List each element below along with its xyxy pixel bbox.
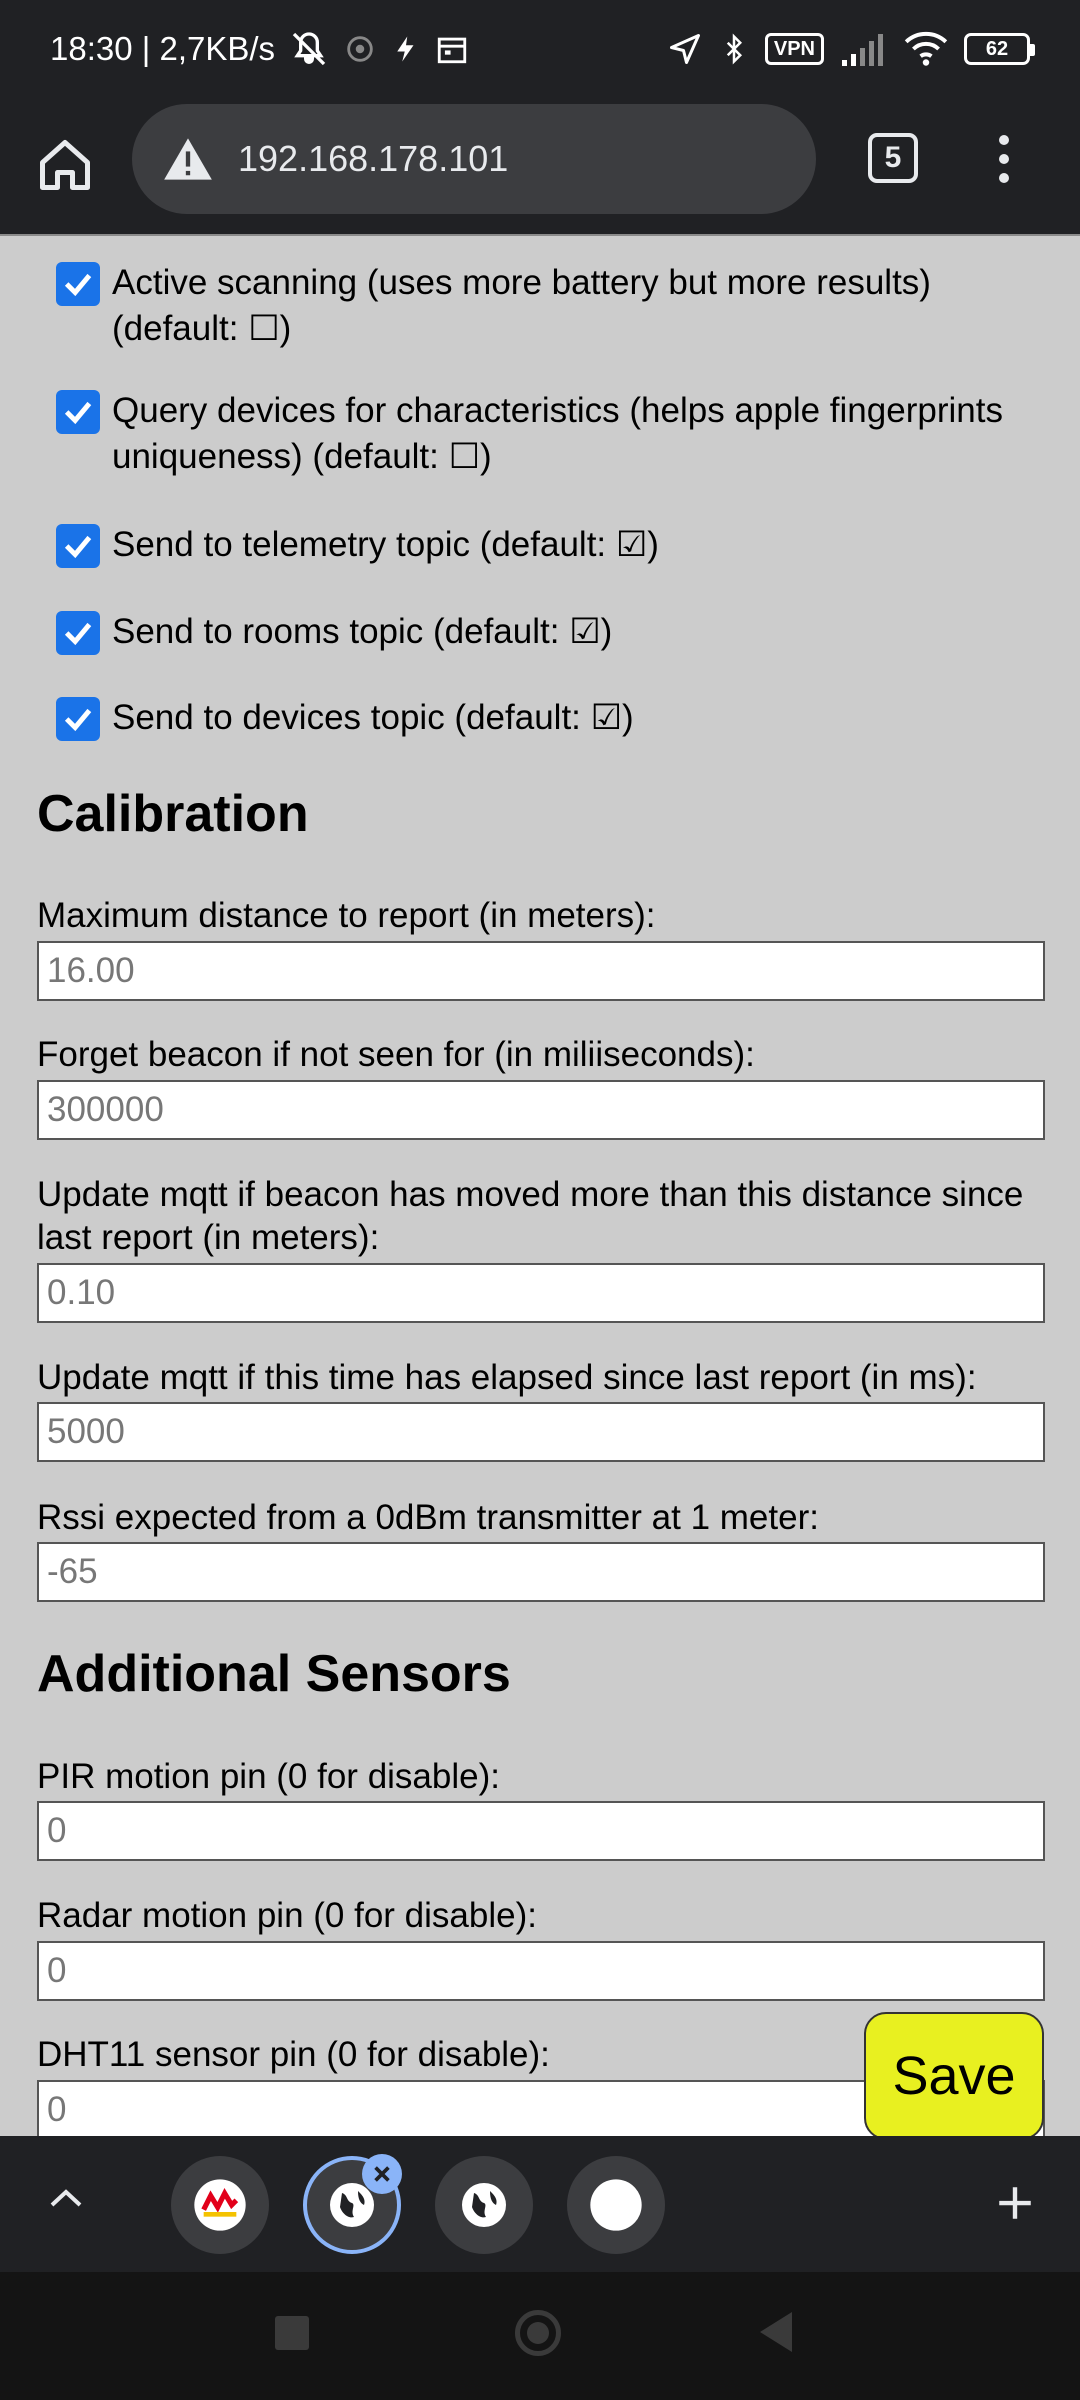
moved-distance-input[interactable]: 0.10 bbox=[37, 1263, 1045, 1323]
tab-globe-page[interactable] bbox=[435, 2156, 533, 2254]
checkbox-row-telemetry[interactable]: Send to telemetry topic (default: ☑) bbox=[56, 522, 1012, 568]
more-options-button[interactable] bbox=[984, 124, 1024, 194]
max-distance-input[interactable]: 16.00 bbox=[37, 941, 1045, 1001]
globe-icon bbox=[462, 2183, 506, 2227]
flash-icon bbox=[391, 32, 421, 66]
forget-beacon-input[interactable]: 300000 bbox=[37, 1080, 1045, 1140]
checkbox-rooms[interactable] bbox=[56, 611, 100, 655]
save-button[interactable]: Save bbox=[864, 2012, 1044, 2140]
fritz-logo-icon bbox=[194, 2179, 246, 2231]
additional-sensors-heading: Additional Sensors bbox=[37, 1645, 511, 1703]
system-navigation-bar bbox=[0, 2272, 1080, 2400]
checkbox-row-query-devices[interactable]: Query devices for characteristics (helps… bbox=[56, 388, 1012, 480]
calendar-icon bbox=[435, 32, 469, 66]
checkbox-devices[interactable] bbox=[56, 697, 100, 741]
more-vert-icon bbox=[999, 135, 1009, 183]
bluetooth-icon bbox=[719, 30, 749, 68]
home-icon bbox=[40, 140, 90, 190]
radar-pin-label: Radar motion pin (0 for disable): bbox=[37, 1896, 537, 1935]
checkmark-icon bbox=[64, 622, 92, 646]
checkbox-label: Send to devices topic (default: ☑) bbox=[112, 698, 634, 737]
warning-icon bbox=[164, 138, 212, 180]
blank-page-icon bbox=[590, 2179, 642, 2231]
checkbox-label: Query devices for characteristics (helps… bbox=[112, 391, 1003, 476]
plus-icon bbox=[999, 2187, 1031, 2219]
pir-pin-input[interactable]: 0 bbox=[37, 1801, 1045, 1861]
page-content: Active scanning (uses more battery but m… bbox=[0, 236, 1080, 2136]
mute-notifications-icon bbox=[289, 29, 329, 69]
checkmark-icon bbox=[64, 535, 92, 559]
tab-fritzbox[interactable] bbox=[171, 2156, 269, 2254]
close-tab-button[interactable] bbox=[362, 2154, 402, 2194]
checkbox-telemetry[interactable] bbox=[56, 524, 100, 568]
radar-pin-input[interactable]: 0 bbox=[37, 1941, 1045, 2001]
browser-toolbar: 192.168.178.101 5 bbox=[0, 98, 1080, 234]
tab-switcher-button[interactable]: 5 bbox=[868, 133, 918, 183]
checkbox-row-active-scanning[interactable]: Active scanning (uses more battery but m… bbox=[56, 260, 1012, 352]
checkmark-icon bbox=[64, 273, 92, 297]
home-nav-button[interactable] bbox=[515, 2310, 561, 2356]
rssi-input[interactable]: -65 bbox=[37, 1542, 1045, 1602]
checkbox-row-devices[interactable]: Send to devices topic (default: ☑) bbox=[56, 695, 1012, 741]
back-button[interactable] bbox=[760, 2312, 792, 2352]
close-icon bbox=[374, 2166, 390, 2182]
battery-icon: 62 bbox=[964, 33, 1035, 65]
pir-pin-label: PIR motion pin (0 for disable): bbox=[37, 1757, 500, 1796]
status-time-speed: 18:30 | 2,7KB/s bbox=[50, 30, 276, 67]
checkmark-icon bbox=[64, 708, 92, 732]
recent-apps-button[interactable] bbox=[275, 2316, 309, 2350]
checkmark-icon bbox=[64, 401, 92, 425]
checkbox-active-scanning[interactable] bbox=[56, 262, 100, 306]
forget-beacon-label: Forget beacon if not seen for (in miliis… bbox=[37, 1035, 755, 1074]
url-text: 192.168.178.101 bbox=[238, 138, 509, 179]
wifi-icon bbox=[904, 31, 948, 67]
checkbox-row-rooms[interactable]: Send to rooms topic (default: ☑) bbox=[56, 609, 1012, 655]
tab-strip bbox=[0, 2136, 1080, 2272]
max-distance-label: Maximum distance to report (in meters): bbox=[37, 896, 656, 935]
tab-blank-page[interactable] bbox=[567, 2156, 665, 2254]
address-bar[interactable]: 192.168.178.101 bbox=[132, 104, 816, 214]
sync-icon bbox=[343, 32, 377, 66]
home-button[interactable] bbox=[30, 130, 100, 200]
rssi-label: Rssi expected from a 0dBm transmitter at… bbox=[37, 1498, 819, 1537]
calibration-heading: Calibration bbox=[37, 785, 309, 843]
elapsed-time-input[interactable]: 5000 bbox=[37, 1402, 1045, 1462]
location-icon bbox=[667, 31, 703, 67]
elapsed-time-label: Update mqtt if this time has elapsed sin… bbox=[37, 1358, 977, 1397]
status-bar: 18:30 | 2,7KB/s VPN 62 bbox=[0, 0, 1080, 98]
checkbox-label: Send to rooms topic (default: ☑) bbox=[112, 612, 613, 651]
checkbox-label: Active scanning (uses more battery but m… bbox=[112, 263, 931, 348]
chevron-up-icon bbox=[50, 2189, 82, 2207]
checkbox-query-devices[interactable] bbox=[56, 390, 100, 434]
checkbox-label: Send to telemetry topic (default: ☑) bbox=[112, 525, 659, 564]
vpn-icon: VPN bbox=[764, 33, 824, 65]
expand-tabs-button[interactable] bbox=[46, 2178, 86, 2218]
signal-icon bbox=[840, 32, 888, 66]
new-tab-button[interactable] bbox=[990, 2178, 1040, 2228]
moved-distance-label: Update mqtt if beacon has moved more tha… bbox=[37, 1175, 1024, 1257]
